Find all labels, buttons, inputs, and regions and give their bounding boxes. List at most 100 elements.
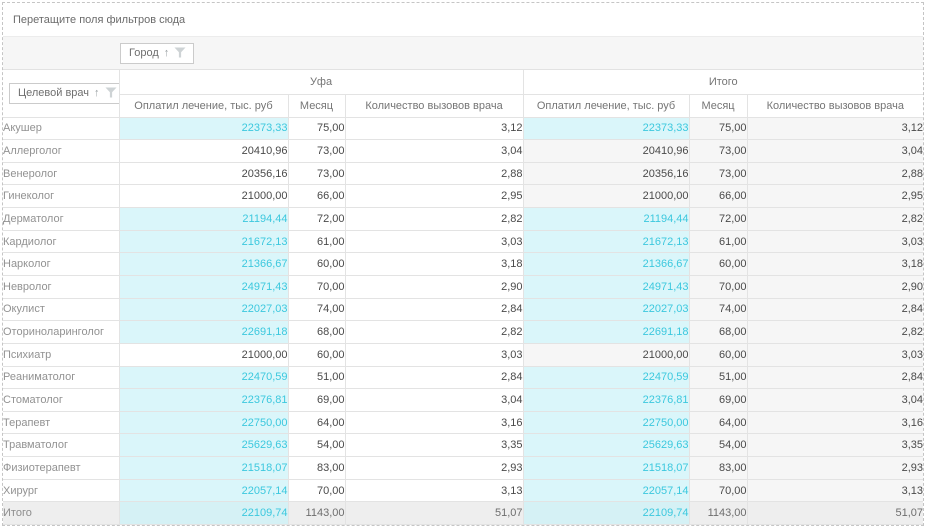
cell-ufa-paid[interactable]: 24971,43 xyxy=(119,275,288,298)
row-label[interactable]: Кардиолог xyxy=(3,230,119,253)
cell-ufa-calls[interactable]: 3,04 xyxy=(345,389,523,412)
row-label[interactable]: Физиотерапевт xyxy=(3,457,119,480)
cell-ufa-calls[interactable]: 2,93 xyxy=(345,457,523,480)
cell-total-paid[interactable]: 22373,33 xyxy=(523,117,689,140)
cell-ufa-paid[interactable]: 22373,33 xyxy=(119,117,288,140)
cell-ufa-month[interactable]: 60,00 xyxy=(288,343,345,366)
row-label[interactable]: Аллерголог xyxy=(3,140,119,163)
cell-ufa-month[interactable]: 54,00 xyxy=(288,434,345,457)
cell-total-paid[interactable]: 22109,74 xyxy=(523,502,689,525)
cell-total-calls[interactable]: 3,35 xyxy=(747,434,923,457)
cell-total-month[interactable]: 54,00 xyxy=(689,434,747,457)
row-label[interactable]: Окулист xyxy=(3,298,119,321)
cell-total-month[interactable]: 61,00 xyxy=(689,230,747,253)
cell-total-month[interactable]: 73,00 xyxy=(689,162,747,185)
cell-ufa-month[interactable]: 66,00 xyxy=(288,185,345,208)
cell-total-calls[interactable]: 2,95 xyxy=(747,185,923,208)
cell-total-calls[interactable]: 2,82 xyxy=(747,321,923,344)
cell-total-calls[interactable]: 3,16 xyxy=(747,411,923,434)
cell-ufa-calls[interactable]: 3,13 xyxy=(345,479,523,502)
cell-total-paid[interactable]: 21672,13 xyxy=(523,230,689,253)
cell-ufa-paid[interactable]: 21672,13 xyxy=(119,230,288,253)
filter-funnel-icon[interactable] xyxy=(174,47,186,58)
cell-total-month[interactable]: 66,00 xyxy=(689,185,747,208)
cell-ufa-calls[interactable]: 2,84 xyxy=(345,298,523,321)
cell-total-month[interactable]: 60,00 xyxy=(689,343,747,366)
row-label[interactable]: Итого xyxy=(3,502,119,525)
cell-ufa-month[interactable]: 51,00 xyxy=(288,366,345,389)
cell-total-calls[interactable]: 2,84 xyxy=(747,366,923,389)
cell-ufa-calls[interactable]: 3,03 xyxy=(345,230,523,253)
cell-total-month[interactable]: 68,00 xyxy=(689,321,747,344)
cell-total-calls[interactable]: 2,82 xyxy=(747,208,923,231)
cell-ufa-month[interactable]: 72,00 xyxy=(288,208,345,231)
cell-ufa-calls[interactable]: 2,84 xyxy=(345,366,523,389)
cell-total-month[interactable]: 70,00 xyxy=(689,479,747,502)
cell-total-paid[interactable]: 22470,59 xyxy=(523,366,689,389)
row-label[interactable]: Дерматолог xyxy=(3,208,119,231)
cell-total-paid[interactable]: 21366,67 xyxy=(523,253,689,276)
cell-total-month[interactable]: 60,00 xyxy=(689,253,747,276)
cell-ufa-calls[interactable]: 2,95 xyxy=(345,185,523,208)
cell-total-calls[interactable]: 2,84 xyxy=(747,298,923,321)
cell-ufa-month[interactable]: 75,00 xyxy=(288,117,345,140)
cell-total-month[interactable]: 83,00 xyxy=(689,457,747,480)
cell-ufa-paid[interactable]: 21518,07 xyxy=(119,457,288,480)
cell-total-calls[interactable]: 2,90 xyxy=(747,275,923,298)
cell-ufa-month[interactable]: 69,00 xyxy=(288,389,345,412)
cell-ufa-paid[interactable]: 20356,16 xyxy=(119,162,288,185)
row-label[interactable]: Акушер xyxy=(3,117,119,140)
cell-total-month[interactable]: 72,00 xyxy=(689,208,747,231)
cell-total-calls[interactable]: 51,07 xyxy=(747,502,923,525)
cell-total-paid[interactable]: 20356,16 xyxy=(523,162,689,185)
cell-ufa-calls[interactable]: 3,12 xyxy=(345,117,523,140)
cell-ufa-month[interactable]: 1143,00 xyxy=(288,502,345,525)
cell-ufa-month[interactable]: 70,00 xyxy=(288,479,345,502)
cell-ufa-paid[interactable]: 22057,14 xyxy=(119,479,288,502)
row-label[interactable]: Реаниматолог xyxy=(3,366,119,389)
cell-ufa-paid[interactable]: 22376,81 xyxy=(119,389,288,412)
cell-ufa-calls[interactable]: 3,04 xyxy=(345,140,523,163)
cell-total-calls[interactable]: 2,93 xyxy=(747,457,923,480)
cell-ufa-month[interactable]: 74,00 xyxy=(288,298,345,321)
cell-total-month[interactable]: 64,00 xyxy=(689,411,747,434)
cell-ufa-paid[interactable]: 21000,00 xyxy=(119,343,288,366)
cell-ufa-calls[interactable]: 3,35 xyxy=(345,434,523,457)
cell-ufa-month[interactable]: 73,00 xyxy=(288,162,345,185)
column-group-itogo[interactable]: Итого xyxy=(523,70,923,94)
filter-funnel-icon[interactable] xyxy=(105,87,117,98)
cell-total-calls[interactable]: 3,04 xyxy=(747,389,923,412)
row-label[interactable]: Хирург xyxy=(3,479,119,502)
column-fields-area[interactable]: Город ↑ xyxy=(3,37,923,70)
column-group-ufa[interactable]: Уфа xyxy=(119,70,523,94)
cell-ufa-paid[interactable]: 22109,74 xyxy=(119,502,288,525)
cell-ufa-month[interactable]: 60,00 xyxy=(288,253,345,276)
cell-ufa-calls[interactable]: 51,07 xyxy=(345,502,523,525)
row-label[interactable]: Оториноларинголог xyxy=(3,321,119,344)
cell-ufa-calls[interactable]: 2,82 xyxy=(345,208,523,231)
cell-ufa-calls[interactable]: 2,82 xyxy=(345,321,523,344)
row-label[interactable]: Нарколог xyxy=(3,253,119,276)
cell-ufa-paid[interactable]: 22027,03 xyxy=(119,298,288,321)
cell-total-paid[interactable]: 22027,03 xyxy=(523,298,689,321)
cell-ufa-paid[interactable]: 22750,00 xyxy=(119,411,288,434)
cell-ufa-calls[interactable]: 3,16 xyxy=(345,411,523,434)
cell-total-month[interactable]: 73,00 xyxy=(689,140,747,163)
cell-ufa-calls[interactable]: 3,03 xyxy=(345,343,523,366)
row-field-chip-celevoj-vrach[interactable]: Целевой врач ↑ xyxy=(9,83,119,104)
cell-total-paid[interactable]: 20410,96 xyxy=(523,140,689,163)
cell-ufa-month[interactable]: 73,00 xyxy=(288,140,345,163)
cell-total-calls[interactable]: 2,88 xyxy=(747,162,923,185)
cell-total-month[interactable]: 51,00 xyxy=(689,366,747,389)
cell-total-paid[interactable]: 22057,14 xyxy=(523,479,689,502)
cell-ufa-paid[interactable]: 21366,67 xyxy=(119,253,288,276)
cell-ufa-paid[interactable]: 21000,00 xyxy=(119,185,288,208)
cell-ufa-month[interactable]: 70,00 xyxy=(288,275,345,298)
cell-ufa-paid[interactable]: 22691,18 xyxy=(119,321,288,344)
cell-total-paid[interactable]: 21000,00 xyxy=(523,185,689,208)
cell-total-paid[interactable]: 22376,81 xyxy=(523,389,689,412)
row-label[interactable]: Венеролог xyxy=(3,162,119,185)
cell-total-paid[interactable]: 25629,63 xyxy=(523,434,689,457)
cell-total-paid[interactable]: 24971,43 xyxy=(523,275,689,298)
cell-total-calls[interactable]: 3,03 xyxy=(747,343,923,366)
